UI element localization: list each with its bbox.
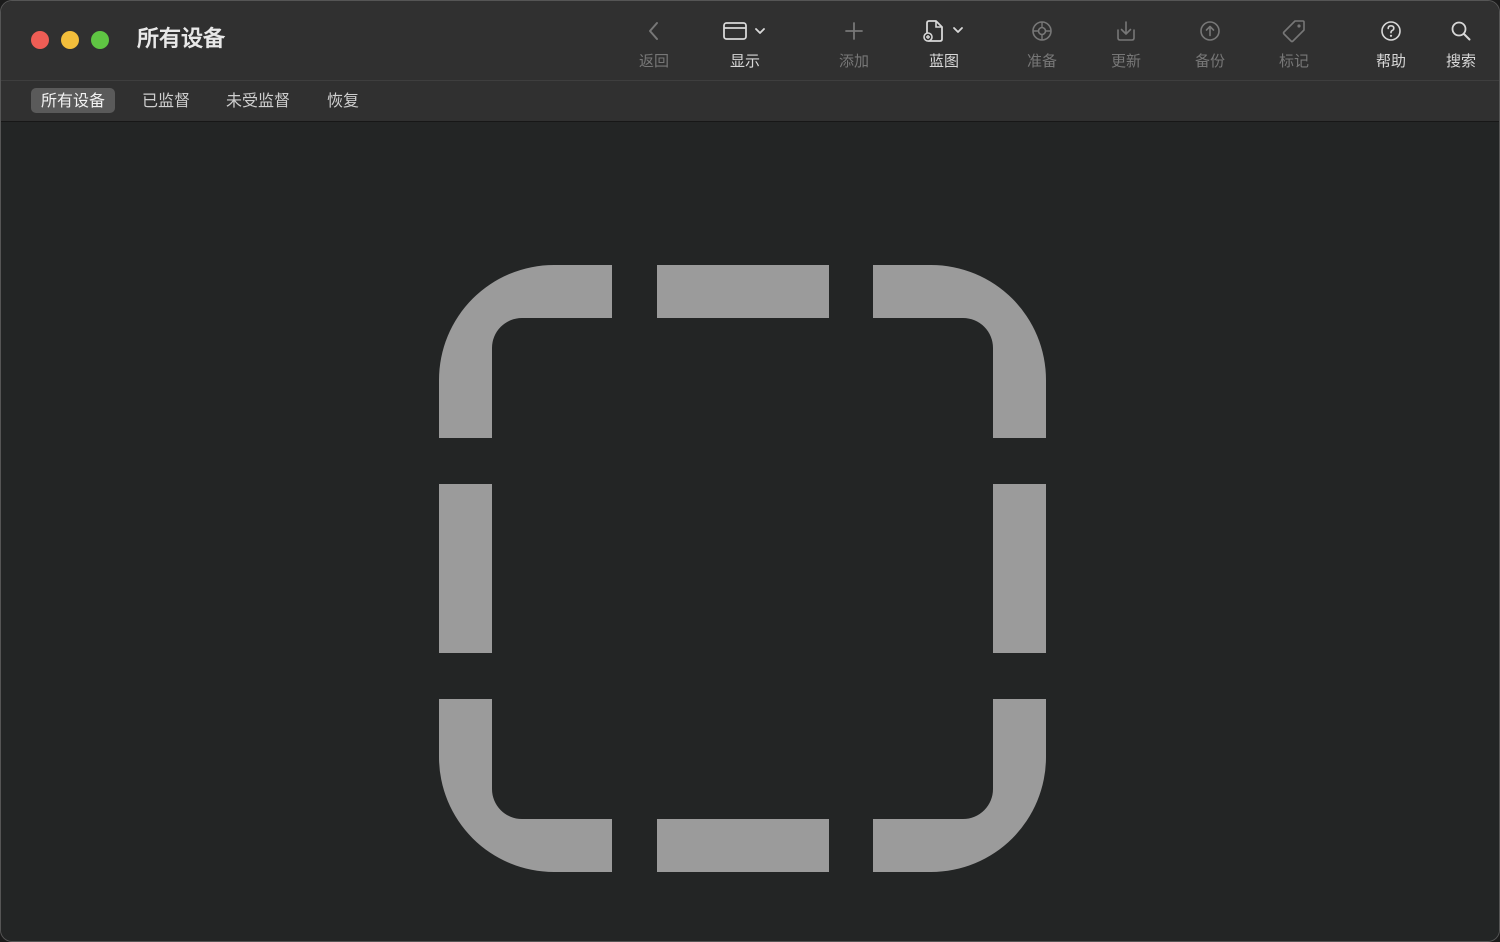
help-question-icon (1379, 15, 1403, 47)
window-icon (722, 15, 768, 47)
search-button[interactable]: 搜索 (1441, 15, 1481, 77)
update-button-label: 更新 (1110, 52, 1141, 70)
placeholder-dash-left (439, 484, 492, 653)
download-tray-icon (1114, 15, 1138, 47)
minimize-window-button[interactable] (61, 31, 79, 49)
placeholder-corner-top-left (439, 265, 612, 438)
tag-button[interactable]: 标记 (1274, 15, 1314, 77)
tag-icon (1281, 15, 1307, 47)
close-window-button[interactable] (31, 31, 49, 49)
placeholder-corner-top-right (873, 265, 1046, 438)
back-button[interactable]: 返回 (634, 15, 674, 77)
dashed-rounded-square-icon (439, 265, 1046, 872)
placeholder-corner-bottom-left (439, 699, 612, 872)
add-button-label: 添加 (838, 52, 869, 70)
blueprint-document-icon (921, 15, 967, 47)
placeholder-dash-top (657, 265, 829, 318)
search-icon (1449, 15, 1473, 47)
placeholder-dash-bottom (657, 819, 829, 872)
app-window: 所有设备 返回 显示 添加 蓝图 准备 更新 备份 标记 帮助 搜索 所有设备 … (0, 0, 1500, 942)
help-button[interactable]: 帮助 (1371, 15, 1411, 77)
help-button-label: 帮助 (1375, 52, 1406, 70)
plus-icon (843, 15, 865, 47)
chevron-left-icon (647, 15, 661, 47)
view-menu-label: 显示 (729, 52, 760, 70)
add-button[interactable]: 添加 (834, 15, 874, 77)
backup-upload-icon (1198, 15, 1222, 47)
search-button-label: 搜索 (1445, 52, 1476, 70)
placeholder-marks (439, 265, 1046, 872)
placeholder-corner-bottom-right (873, 699, 1046, 872)
title-bar: 所有设备 返回 显示 添加 蓝图 准备 更新 备份 标记 帮助 搜索 (1, 1, 1499, 81)
blueprint-menu-label: 蓝图 (928, 52, 959, 70)
backup-button[interactable]: 备份 (1190, 15, 1230, 77)
tag-button-label: 标记 (1278, 52, 1309, 70)
placeholder-dash-right (993, 484, 1046, 653)
tab-supervised[interactable]: 已监督 (132, 88, 200, 113)
back-button-label: 返回 (638, 52, 669, 70)
tab-unsupervised[interactable]: 未受监督 (216, 88, 300, 113)
prepare-button-label: 准备 (1026, 52, 1057, 70)
update-button[interactable]: 更新 (1106, 15, 1146, 77)
zoom-window-button[interactable] (91, 31, 109, 49)
window-title: 所有设备 (137, 27, 226, 52)
tab-recovery[interactable]: 恢复 (317, 88, 369, 113)
prepare-button[interactable]: 准备 (1022, 15, 1062, 77)
prepare-gear-icon (1030, 15, 1054, 47)
backup-button-label: 备份 (1194, 52, 1225, 70)
filter-tab-bar: 所有设备 已监督 未受监督 恢复 (1, 81, 1499, 122)
view-menu-button[interactable]: 显示 (716, 15, 774, 77)
blueprint-menu-button[interactable]: 蓝图 (919, 15, 969, 77)
tab-all-devices[interactable]: 所有设备 (31, 88, 116, 113)
device-list-area (1, 122, 1499, 941)
